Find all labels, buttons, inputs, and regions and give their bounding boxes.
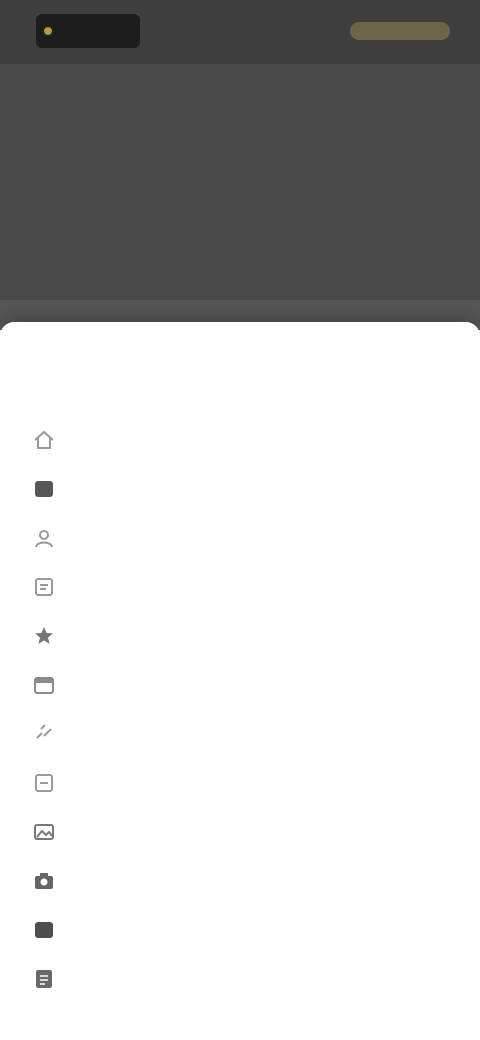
background-promo-pill	[350, 22, 450, 40]
menu-item-2[interactable]	[30, 518, 450, 558]
background-logo	[36, 14, 140, 48]
menu-item-3[interactable]	[30, 567, 450, 607]
menu-item-1[interactable]	[30, 469, 450, 509]
calendar-icon	[30, 673, 58, 697]
logo-mark-icon	[44, 27, 52, 35]
background-header	[0, 0, 480, 64]
menu-item-11[interactable]	[30, 959, 450, 999]
camera-icon	[30, 869, 58, 893]
menu-item-7[interactable]	[30, 763, 450, 803]
menu-item-5[interactable]	[30, 665, 450, 705]
menu-item-10[interactable]	[30, 910, 450, 950]
square-filled-icon	[30, 477, 58, 501]
document-icon	[30, 967, 58, 991]
image-icon	[30, 820, 58, 844]
person-icon	[30, 526, 58, 550]
home-icon	[30, 428, 58, 452]
menu-item-6[interactable]	[30, 714, 450, 754]
background-nav	[0, 70, 480, 106]
menu-item-4[interactable]	[30, 616, 450, 656]
background-app-overlay[interactable]	[0, 0, 480, 330]
bottom-sheet-menu	[0, 322, 480, 1040]
square-filled-icon	[30, 918, 58, 942]
link-icon	[30, 722, 58, 746]
menu-item-0[interactable]	[30, 420, 450, 460]
document-icon	[30, 575, 58, 599]
menu-item-8[interactable]	[30, 812, 450, 852]
star-icon	[30, 624, 58, 648]
document-icon	[30, 771, 58, 795]
menu-item-9[interactable]	[30, 861, 450, 901]
